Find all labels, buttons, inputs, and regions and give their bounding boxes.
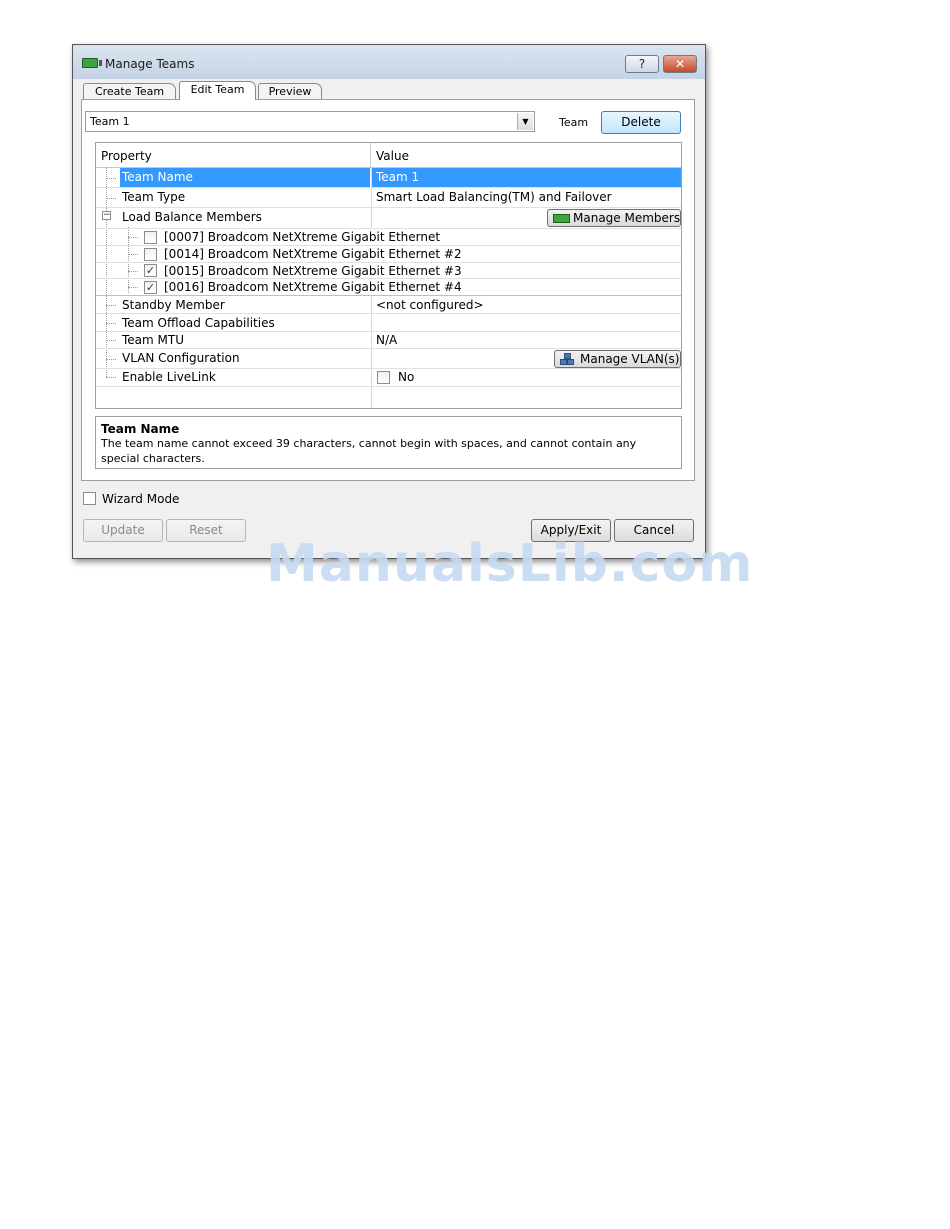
- team-label: Team: [559, 116, 589, 129]
- tab-preview[interactable]: Preview: [258, 83, 322, 99]
- property-cell: Enable LiveLink: [120, 369, 370, 386]
- row-team-mtu[interactable]: Team MTU N/A: [96, 332, 681, 349]
- list-item-member[interactable]: [0007] Broadcom NetXtreme Gigabit Ethern…: [96, 229, 681, 246]
- value-cell: No: [371, 369, 681, 386]
- network-card-icon: [82, 58, 102, 68]
- value-cell[interactable]: N/A: [371, 332, 681, 348]
- member-label: [0007] Broadcom NetXtreme Gigabit Ethern…: [164, 230, 441, 244]
- team-type-value: Smart Load Balancing(TM) and Failover: [376, 190, 612, 204]
- team-select-value: Team 1: [90, 115, 130, 128]
- watermark-text: ManualsLib.com: [266, 534, 754, 594]
- member-label: [0014] Broadcom NetXtreme Gigabit Ethern…: [164, 247, 462, 261]
- chevron-down-icon[interactable]: ▼: [517, 113, 533, 130]
- property-cell: Team MTU: [120, 332, 370, 348]
- member-checkbox[interactable]: [144, 248, 157, 261]
- property-label: Team Type: [122, 190, 186, 204]
- header-property: Property: [101, 149, 152, 163]
- network-card-icon: [553, 214, 570, 223]
- property-cell: Load Balance Members: [120, 208, 370, 228]
- row-standby-member[interactable]: Standby Member <not configured>: [96, 296, 681, 314]
- manage-teams-dialog: Manage Teams ? ✕ Create Team Edit Team P…: [72, 44, 706, 559]
- value-cell: Manage Members: [371, 208, 681, 228]
- property-cell: Team Offload Capabilities: [120, 314, 370, 331]
- property-label: Team MTU: [122, 333, 184, 347]
- property-grid: Property Value Team Name Team 1 Team Typ…: [95, 142, 682, 409]
- list-item-member[interactable]: ✓ [0016] Broadcom NetXtreme Gigabit Ethe…: [96, 279, 681, 296]
- row-team-name[interactable]: Team Name Team 1: [96, 168, 681, 188]
- member-checkbox[interactable]: ✓: [144, 281, 157, 294]
- manage-vlans-label: Manage VLAN(s): [580, 352, 680, 366]
- tab-edit-team[interactable]: Edit Team: [179, 81, 256, 100]
- list-item-member[interactable]: ✓ [0015] Broadcom NetXtreme Gigabit Ethe…: [96, 263, 681, 279]
- tree-connector: [106, 340, 116, 341]
- reset-button[interactable]: Reset: [166, 519, 246, 542]
- collapse-icon[interactable]: −: [102, 211, 111, 220]
- property-label: Enable LiveLink: [122, 370, 216, 384]
- tree-connector: [106, 305, 116, 306]
- member-label: [0016] Broadcom NetXtreme Gigabit Ethern…: [164, 280, 462, 294]
- member-checkbox[interactable]: ✓: [144, 264, 157, 277]
- close-button[interactable]: ✕: [663, 55, 697, 73]
- manage-members-label: Manage Members: [573, 211, 681, 225]
- description-body: The team name cannot exceed 39 character…: [101, 437, 637, 465]
- value-cell: Manage VLAN(s): [371, 349, 681, 368]
- wizard-mode-checkbox[interactable]: [83, 492, 96, 505]
- tree-connector: [106, 198, 116, 199]
- manage-members-button[interactable]: Manage Members: [547, 209, 681, 227]
- row-enable-livelink[interactable]: Enable LiveLink No: [96, 369, 681, 387]
- network-icon: [560, 353, 574, 365]
- tree-connector: [106, 359, 116, 360]
- header-divider[interactable]: [370, 143, 371, 167]
- description-title: Team Name: [101, 422, 180, 436]
- tree-connector: [106, 323, 116, 324]
- manage-vlans-button[interactable]: Manage VLAN(s): [554, 350, 681, 368]
- row-vlan-configuration[interactable]: VLAN Configuration Manage VLAN(s): [96, 349, 681, 369]
- tree-connector: [106, 377, 116, 378]
- row-load-balance-members[interactable]: − Load Balance Members Manage Members: [96, 208, 681, 229]
- value-cell: [371, 387, 681, 408]
- tab-create-team[interactable]: Create Team: [83, 83, 176, 99]
- value-cell[interactable]: <not configured>: [371, 296, 681, 313]
- property-cell: Standby Member: [120, 296, 370, 313]
- property-cell: VLAN Configuration: [120, 349, 370, 368]
- tree-connector: [128, 287, 138, 288]
- team-name-value: Team 1: [376, 170, 420, 184]
- property-label: VLAN Configuration: [122, 351, 240, 365]
- delete-button[interactable]: Delete: [601, 111, 681, 134]
- mtu-value: N/A: [376, 333, 398, 347]
- property-label: Team Name: [122, 170, 193, 184]
- update-button[interactable]: Update: [83, 519, 163, 542]
- property-cell: Team Name: [120, 168, 370, 187]
- row-empty: [96, 387, 681, 408]
- member-label: [0015] Broadcom NetXtreme Gigabit Ethern…: [164, 264, 462, 278]
- row-offload-capabilities[interactable]: Team Offload Capabilities: [96, 314, 681, 332]
- help-button[interactable]: ?: [625, 55, 659, 73]
- tree-connector: [106, 178, 116, 179]
- property-label: Team Offload Capabilities: [122, 316, 275, 330]
- title-bar[interactable]: Manage Teams ? ✕: [73, 45, 705, 79]
- standby-value: <not configured>: [376, 298, 484, 312]
- tree-connector: [128, 271, 138, 272]
- property-label: Load Balance Members: [122, 210, 262, 224]
- description-panel: Team Name The team name cannot exceed 39…: [95, 416, 682, 469]
- tree-connector: [128, 237, 138, 238]
- header-value: Value: [376, 149, 409, 163]
- value-cell[interactable]: Smart Load Balancing(TM) and Failover: [371, 188, 681, 207]
- member-checkbox[interactable]: [144, 231, 157, 244]
- value-cell: [371, 314, 681, 331]
- team-select[interactable]: Team 1 ▼: [85, 111, 535, 132]
- window-title: Manage Teams: [105, 57, 195, 71]
- livelink-checkbox[interactable]: [377, 371, 390, 384]
- property-cell: Team Type: [120, 188, 370, 207]
- tree-connector: [128, 254, 138, 255]
- value-cell[interactable]: Team 1: [371, 168, 681, 187]
- wizard-mode-label: Wizard Mode: [102, 492, 180, 506]
- row-team-type[interactable]: Team Type Smart Load Balancing(TM) and F…: [96, 188, 681, 208]
- property-label: Standby Member: [122, 298, 225, 312]
- livelink-value: No: [398, 370, 415, 384]
- grid-header: Property Value: [96, 143, 681, 168]
- list-item-member[interactable]: [0014] Broadcom NetXtreme Gigabit Ethern…: [96, 246, 681, 263]
